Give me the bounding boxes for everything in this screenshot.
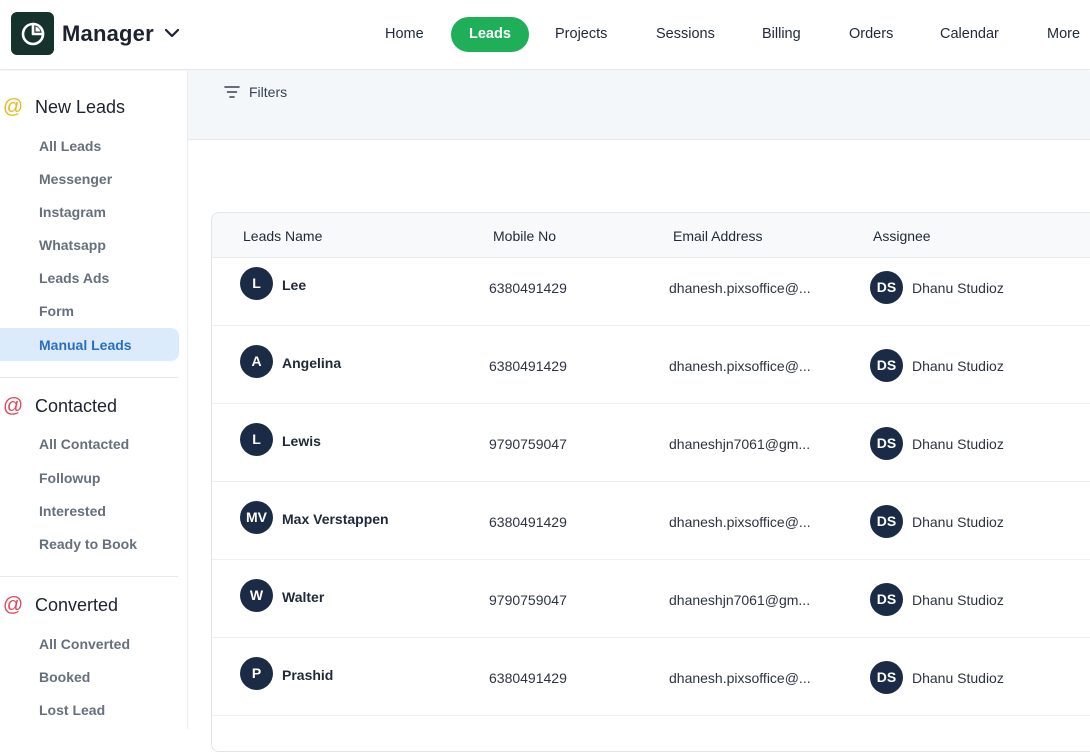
nav-projects[interactable]: Projects: [555, 17, 607, 52]
assignee-avatar: DS: [870, 583, 903, 616]
lead-name[interactable]: Lee: [282, 277, 306, 293]
chevron-down-icon[interactable]: [163, 24, 181, 42]
mobile-number: 6380491429: [489, 280, 567, 296]
sidebar-item-ready-to-book[interactable]: Ready to Book: [39, 536, 137, 552]
sidebar-item-label: Manual Leads: [39, 337, 132, 353]
lead-name[interactable]: Prashid: [282, 667, 333, 683]
column-header-leads-name[interactable]: Leads Name: [243, 228, 322, 244]
app-logo[interactable]: [11, 12, 54, 55]
avatar: MV: [240, 501, 273, 534]
sidebar-item-booked[interactable]: Booked: [39, 669, 90, 685]
sidebar: @ New Leads All Leads Messenger Instagra…: [0, 71, 188, 729]
filters-button[interactable]: Filters: [224, 84, 287, 100]
sidebar-item-all-leads[interactable]: All Leads: [39, 138, 101, 154]
column-header-assignee[interactable]: Assignee: [873, 228, 931, 244]
sidebar-group-new-leads[interactable]: New Leads: [35, 97, 125, 118]
mobile-number: 9790759047: [489, 592, 567, 608]
app-title[interactable]: Manager: [62, 21, 154, 47]
table-row[interactable]: W Walter 9790759047 dhaneshjn7061@gm... …: [212, 560, 1090, 638]
mobile-number: 6380491429: [489, 358, 567, 374]
sidebar-divider: [0, 377, 178, 378]
assignee-name: Dhanu Studioz: [912, 514, 1004, 530]
leads-table: Leads Name Mobile No Email Address Assig…: [211, 212, 1090, 752]
lead-name[interactable]: Walter: [282, 589, 324, 605]
avatar: W: [240, 579, 273, 612]
table-row[interactable]: L Lee 6380491429 dhanesh.pixsoffice@... …: [212, 248, 1090, 326]
table-row[interactable]: MV Max Verstappen 6380491429 dhanesh.pix…: [212, 482, 1090, 560]
avatar: L: [240, 267, 273, 300]
sidebar-item-instagram[interactable]: Instagram: [39, 204, 106, 220]
sidebar-item-leads-ads[interactable]: Leads Ads: [39, 270, 109, 286]
table-row[interactable]: A Angelina 6380491429 dhanesh.pixsoffice…: [212, 326, 1090, 404]
assignee-name: Dhanu Studioz: [912, 280, 1004, 296]
assignee-avatar: DS: [870, 505, 903, 538]
mobile-number: 6380491429: [489, 514, 567, 530]
at-icon: @: [2, 395, 24, 417]
assignee-avatar: DS: [870, 661, 903, 694]
avatar: A: [240, 345, 273, 378]
email-address: dhanesh.pixsoffice@...: [669, 358, 811, 374]
nav-home[interactable]: Home: [385, 17, 424, 52]
email-address: dhanesh.pixsoffice@...: [669, 280, 811, 296]
nav-more[interactable]: More: [1047, 17, 1080, 52]
filter-bar: Filters: [188, 71, 1090, 140]
at-icon: @: [2, 594, 24, 616]
assignee-name: Dhanu Studioz: [912, 358, 1004, 374]
lead-name[interactable]: Angelina: [282, 355, 341, 371]
nav-calendar[interactable]: Calendar: [940, 17, 999, 52]
nav-leads[interactable]: Leads: [451, 17, 529, 52]
sidebar-item-interested[interactable]: Interested: [39, 503, 106, 519]
nav-orders[interactable]: Orders: [849, 17, 893, 52]
assignee-avatar: DS: [870, 427, 903, 460]
email-address: dhanesh.pixsoffice@...: [669, 670, 811, 686]
column-header-email-address[interactable]: Email Address: [673, 228, 762, 244]
at-icon: @: [2, 96, 24, 118]
pie-chart-icon: [21, 22, 44, 45]
filters-label: Filters: [249, 84, 288, 100]
sidebar-item-lost-lead[interactable]: Lost Lead: [39, 702, 105, 718]
nav-sessions[interactable]: Sessions: [656, 17, 715, 52]
sidebar-item-all-contacted[interactable]: All Contacted: [39, 436, 129, 452]
sidebar-group-converted[interactable]: Converted: [35, 595, 118, 616]
sidebar-item-messenger[interactable]: Messenger: [39, 171, 112, 187]
column-header-mobile-no[interactable]: Mobile No: [493, 228, 556, 244]
email-address: dhaneshjn7061@gm...: [669, 436, 811, 452]
table-row[interactable]: L Lewis 9790759047 dhaneshjn7061@gm... D…: [212, 404, 1090, 482]
sidebar-divider: [0, 576, 178, 577]
lead-name[interactable]: Lewis: [282, 433, 321, 449]
sidebar-item-all-converted[interactable]: All Converted: [39, 636, 130, 652]
email-address: dhaneshjn7061@gm...: [669, 592, 811, 608]
sidebar-item-whatsapp[interactable]: Whatsapp: [39, 237, 106, 253]
assignee-name: Dhanu Studioz: [912, 670, 1004, 686]
lead-name[interactable]: Max Verstappen: [282, 511, 389, 527]
avatar: L: [240, 423, 273, 456]
top-navbar: Manager Home Leads Projects Sessions Bil…: [0, 0, 1090, 70]
sidebar-item-manual-leads[interactable]: Manual Leads: [0, 328, 179, 361]
nav-billing[interactable]: Billing: [762, 17, 801, 52]
assignee-name: Dhanu Studioz: [912, 592, 1004, 608]
assignee-avatar: DS: [870, 349, 903, 382]
table-row[interactable]: P Prashid 6380491429 dhanesh.pixsoffice@…: [212, 638, 1090, 716]
email-address: dhanesh.pixsoffice@...: [669, 514, 811, 530]
assignee-avatar: DS: [870, 271, 903, 304]
sidebar-item-form[interactable]: Form: [39, 303, 74, 319]
sidebar-item-followup[interactable]: Followup: [39, 470, 100, 486]
mobile-number: 9790759047: [489, 436, 567, 452]
sidebar-group-contacted[interactable]: Contacted: [35, 396, 117, 417]
mobile-number: 6380491429: [489, 670, 567, 686]
filter-icon: [224, 86, 240, 98]
avatar: P: [240, 657, 273, 690]
assignee-name: Dhanu Studioz: [912, 436, 1004, 452]
